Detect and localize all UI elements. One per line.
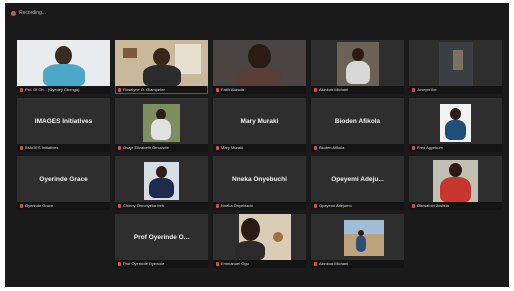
participant-tile[interactable]: Bioden Afikola Bioden Afikola [311, 98, 404, 152]
participant-name: Joseph Ibe [417, 87, 437, 92]
muted-mic-icon [412, 203, 415, 208]
participant-tile-active[interactable]: Roselyne O. Olampeter [115, 40, 208, 94]
participant-name: Oluwatobi Joshua [417, 203, 449, 208]
participant-tile[interactable]: Chinny Oruonyeka Ifeh [115, 156, 208, 210]
participant-name: Osaje Elizabeth Omuvwie [123, 145, 169, 150]
participant-tile[interactable]: Akinkuh Michael [311, 40, 404, 94]
participant-tile[interactable]: Faith Akinola [213, 40, 306, 94]
participant-name: IMAGES Initiatives [25, 145, 59, 150]
participant-tile[interactable]: IMAGES Initiatives IMAGES Initiatives [17, 98, 110, 152]
participant-tile[interactable]: Oyerinde Grace Oyerinde Grace [17, 156, 110, 210]
participant-name: Emmanuel Ogu [221, 261, 249, 266]
participant-name: Chinny Oruonyeka Ifeh [123, 203, 164, 208]
participant-tile[interactable]: Joseph Ibe [409, 40, 502, 94]
participant-tile[interactable]: Nneka Onyebuchi Nneka Onyebuchi [213, 156, 306, 210]
participant-tile[interactable]: Emmanuel Ogu [213, 214, 306, 268]
muted-mic-icon [314, 87, 317, 92]
participant-display-name: Nneka Onyebuchi [232, 176, 287, 183]
muted-mic-icon [314, 203, 317, 208]
recording-indicator: Recording... [5, 3, 509, 25]
participant-display-name: Mary Muraki [240, 118, 279, 125]
recording-dot-icon [11, 11, 16, 16]
participant-display-name: Oyerinde Grace [39, 176, 88, 183]
muted-mic-icon [216, 261, 219, 266]
muted-mic-icon [118, 87, 121, 92]
recording-label: Recording... [19, 10, 46, 16]
muted-mic-icon [118, 145, 121, 150]
participant-tile[interactable]: Fred Agyekum [409, 98, 502, 152]
participant-display-name: Bioden Afikola [334, 118, 381, 125]
meeting-window: Recording... Pst. Of Ch... (Oyedeji Gben… [5, 3, 509, 287]
muted-mic-icon [20, 87, 23, 92]
muted-mic-icon [412, 87, 415, 92]
participant-tile[interactable]: Pst. Of Ch... (Oyedeji Gbenga) [17, 40, 110, 94]
participant-display-name: Prof Oyerinde O... [133, 234, 190, 241]
muted-mic-icon [216, 87, 219, 92]
participant-display-name: Opeyemi Adeju... [331, 176, 384, 183]
muted-mic-icon [412, 145, 415, 150]
participant-tile[interactable]: Prof Oyerinde O... Prof Oyerinde Oyewole [115, 214, 208, 268]
participant-tile[interactable]: Osaje Elizabeth Omuvwie [115, 98, 208, 152]
participant-name: Fred Agyekum [417, 145, 443, 150]
participant-name: Pst. Of Ch... (Oyedeji Gbenga) [25, 87, 80, 92]
participant-tile[interactable]: Oluwatobi Joshua [409, 156, 502, 210]
participant-name: Opeyemi Adejumo [319, 203, 352, 208]
participant-name: Bioden Afikola [319, 145, 345, 150]
muted-mic-icon [314, 145, 317, 150]
muted-mic-icon [216, 203, 219, 208]
muted-mic-icon [118, 203, 121, 208]
muted-mic-icon [314, 261, 317, 266]
participant-tile[interactable]: Akinkuo Michael [311, 214, 404, 268]
participant-tile[interactable]: Mary Muraki Mary Muraki [213, 98, 306, 152]
muted-mic-icon [216, 145, 219, 150]
participant-name: Akinkuh Michael [319, 87, 349, 92]
participant-tile[interactable]: Opeyemi Adeju... Opeyemi Adejumo [311, 156, 404, 210]
participant-name: Nneka Onyebuchi [221, 203, 253, 208]
participant-name: Faith Akinola [221, 87, 244, 92]
participant-display-name: IMAGES Initiatives [34, 118, 93, 125]
participant-name: Mary Muraki [221, 145, 244, 150]
participant-name: Akinkuo Michael [319, 261, 349, 266]
participant-name: Roselyne O. Olampeter [123, 87, 165, 92]
muted-mic-icon [20, 203, 23, 208]
participant-name: Oyerinde Grace [25, 203, 54, 208]
muted-mic-icon [20, 145, 23, 150]
muted-mic-icon [118, 261, 121, 266]
participant-name: Prof Oyerinde Oyewole [123, 261, 165, 266]
